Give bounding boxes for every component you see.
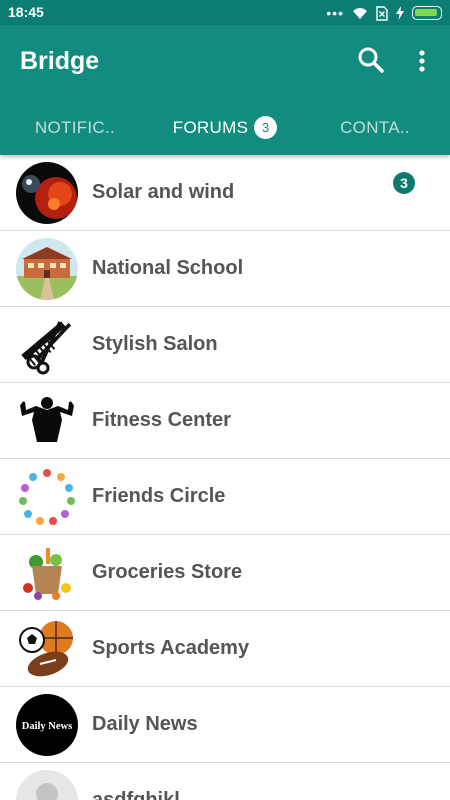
forum-avatar: [16, 314, 78, 376]
status-time: 18:45: [8, 4, 44, 20]
forum-name: Solar and wind: [92, 181, 235, 203]
tab-notifications[interactable]: NOTIFIC..: [0, 100, 150, 155]
forum-avatar: [16, 542, 78, 604]
sports-balls-icon: [16, 618, 78, 680]
status-icons: •••: [326, 4, 442, 22]
scissors-comb-icon: [16, 314, 78, 376]
charging-icon: [396, 6, 404, 20]
forum-item-national-school[interactable]: National School: [0, 231, 450, 307]
bodybuilder-icon: [16, 390, 78, 452]
app-title: Bridge: [20, 47, 100, 75]
forum-item-fitness-center[interactable]: Fitness Center: [0, 383, 450, 459]
status-bar: 18:45 •••: [0, 0, 450, 25]
friends-circle-icon: [16, 466, 78, 528]
tab-contacts[interactable]: CONTA..: [300, 100, 450, 155]
wifi-icon: [353, 7, 367, 19]
forum-avatar: [16, 770, 78, 800]
tab-label: FORUMS: [172, 117, 249, 137]
forum-list: Solar and wind 3 National School Stylish…: [0, 155, 450, 800]
forum-name: asdfghjkl: [92, 789, 180, 800]
tab-label: CONTA..: [340, 117, 410, 137]
school-icon: [16, 238, 78, 300]
forum-name: National School: [92, 257, 244, 279]
forum-item-groceries-store[interactable]: Groceries Store: [0, 535, 450, 611]
forum-avatar: [16, 466, 78, 528]
forum-avatar: [16, 162, 78, 224]
daily-news-logo: Daily News: [16, 694, 78, 756]
forum-name: Groceries Store: [92, 561, 243, 583]
forum-avatar: Daily News: [16, 694, 78, 756]
forum-item-solar-and-wind[interactable]: Solar and wind 3: [0, 155, 450, 231]
forum-item-sports-academy[interactable]: Sports Academy: [0, 611, 450, 687]
no-sim-icon: [376, 5, 388, 21]
tab-bar: NOTIFIC.. FORUMS 3 CONTA..: [0, 100, 450, 155]
solar-wind-icon: [16, 162, 78, 224]
search-button[interactable]: [356, 45, 386, 75]
forum-name: Stylish Salon: [92, 333, 218, 355]
more-vert-icon: [419, 50, 425, 72]
forum-avatar: [16, 238, 78, 300]
battery-icon: [412, 6, 442, 20]
search-icon: [358, 47, 384, 73]
svg-text:Daily News: Daily News: [22, 721, 72, 732]
unread-count-badge: 3: [393, 172, 415, 194]
forum-item-stylish-salon[interactable]: Stylish Salon: [0, 307, 450, 383]
forum-item-friends-circle[interactable]: Friends Circle: [0, 459, 450, 535]
forum-avatar: [16, 618, 78, 680]
more-notifications-icon: •••: [326, 5, 344, 21]
forum-name: Fitness Center: [92, 409, 231, 431]
forum-name: Friends Circle: [92, 485, 226, 507]
tab-forums[interactable]: FORUMS 3: [150, 100, 300, 155]
grocery-bag-icon: [16, 542, 78, 604]
forum-item-daily-news[interactable]: Daily News Daily News: [0, 687, 450, 763]
forum-name: Daily News: [92, 713, 198, 735]
default-avatar-icon: [16, 770, 78, 800]
forum-name: Sports Academy: [92, 637, 250, 659]
app-bar: Bridge NOTIFIC.. FORUMS 3 CONTA..: [0, 25, 450, 155]
forum-avatar: [16, 390, 78, 452]
forum-item-asdfghjkl[interactable]: asdfghjkl: [0, 763, 450, 800]
tab-label: NOTIFIC..: [34, 117, 116, 137]
more-options-button[interactable]: [412, 47, 432, 77]
tab-count-badge: 3: [254, 116, 278, 139]
